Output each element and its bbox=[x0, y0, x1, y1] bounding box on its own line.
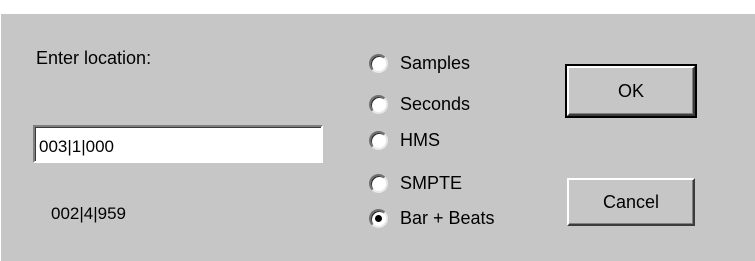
radio-label: Samples bbox=[400, 52, 471, 73]
cancel-button[interactable]: Cancel bbox=[567, 178, 695, 226]
ok-button[interactable]: OK bbox=[565, 64, 697, 118]
radio-label: HMS bbox=[400, 129, 440, 150]
radio-samples[interactable]: Samples bbox=[369, 50, 470, 76]
radio-button-icon[interactable] bbox=[369, 53, 388, 73]
radio-bar-beats[interactable]: Bar + Beats bbox=[369, 205, 495, 231]
radio-label: Bar + Beats bbox=[400, 207, 495, 228]
radio-button-checked-icon[interactable] bbox=[369, 208, 388, 228]
radio-label: SMPTE bbox=[400, 172, 463, 193]
current-location-readout: 002|4|959 bbox=[51, 204, 127, 223]
location-input[interactable] bbox=[33, 125, 323, 163]
radio-hms[interactable]: HMS bbox=[369, 127, 440, 153]
goto-location-dialog: Enter location: 002|4|959 Samples Second… bbox=[0, 12, 755, 261]
location-label: Enter location: bbox=[36, 48, 152, 68]
radio-label: Seconds bbox=[400, 93, 471, 114]
radio-seconds[interactable]: Seconds bbox=[369, 91, 470, 117]
radio-button-icon[interactable] bbox=[369, 173, 388, 193]
background-strip bbox=[0, 0, 755, 12]
radio-button-icon[interactable] bbox=[369, 94, 388, 114]
radio-button-icon[interactable] bbox=[369, 130, 388, 150]
radio-smpte[interactable]: SMPTE bbox=[369, 170, 462, 196]
